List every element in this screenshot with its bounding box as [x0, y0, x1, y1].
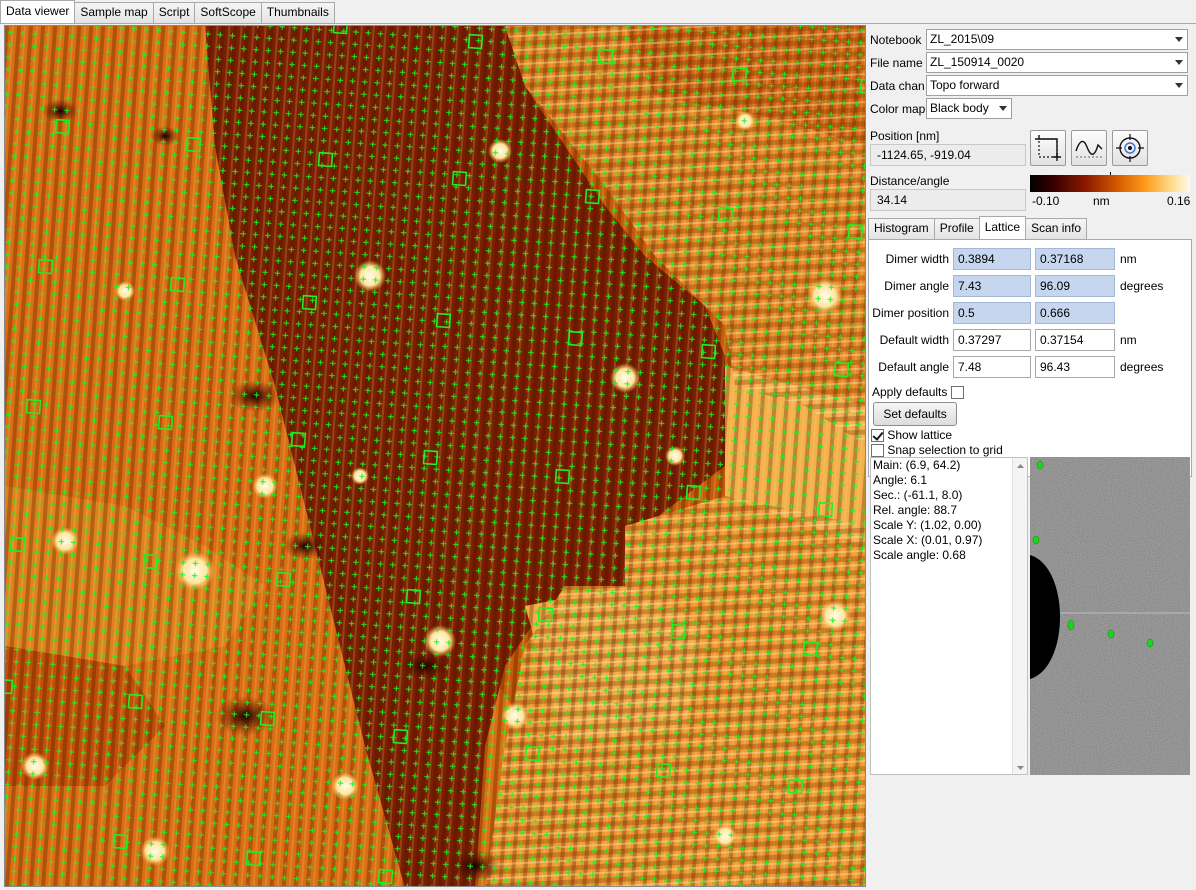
info-line: Sec.: (-61.1, 8.0) — [873, 488, 963, 502]
distance-readout: 34.14 — [870, 189, 1026, 211]
show-lattice-checkbox[interactable] — [871, 429, 884, 443]
default-width-a[interactable]: 0.37297 — [953, 329, 1031, 351]
notebook-label: Notebook — [870, 33, 922, 47]
control-panel: Notebook ZL_2015\09 File name ZL_150914_… — [866, 25, 1196, 890]
colormap-value: Black body — [930, 101, 989, 115]
chevron-down-icon — [1175, 37, 1183, 42]
tab-data-viewer[interactable]: Data viewer — [0, 0, 76, 23]
notebook-select[interactable]: ZL_2015\09 — [926, 29, 1188, 50]
info-scrollbar[interactable] — [1012, 458, 1027, 774]
dimer-position-b[interactable]: 0.666 — [1035, 302, 1115, 324]
colorbar — [1030, 175, 1190, 192]
default-width-label: Default width — [879, 333, 949, 347]
info-line: Angle: 6.1 — [873, 473, 928, 487]
line-profile-icon — [1075, 140, 1103, 158]
info-line: Scale X: (0.01, 0.97) — [873, 533, 983, 547]
colorbar-max: 0.16 — [1167, 194, 1191, 208]
filename-row: File name — [870, 52, 923, 74]
dimer-width-a[interactable]: 0.3894 — [953, 248, 1031, 270]
analysis-tab-bar: Histogram Profile Lattice Scan info — [868, 216, 1088, 240]
colormap-row: Color map — [870, 98, 925, 120]
filename-label: File name — [870, 56, 923, 70]
snap-checkbox[interactable] — [871, 444, 884, 458]
dimer-angle-a[interactable]: 7.43 — [953, 275, 1031, 297]
datachan-value: Topo forward — [930, 78, 1000, 92]
colorbar-unit: nm — [1093, 194, 1110, 208]
snap-label: Snap selection to grid — [887, 443, 1003, 457]
info-line: Scale Y: (1.02, 0.00) — [873, 518, 982, 532]
info-line: Scale angle: 0.68 — [873, 548, 966, 562]
tab-histogram[interactable]: Histogram — [868, 218, 935, 239]
show-lattice-row: Show lattice — [871, 428, 952, 443]
datachan-select[interactable]: Topo forward — [926, 75, 1188, 96]
snap-row: Snap selection to grid — [871, 443, 1003, 458]
notebook-value: ZL_2015\09 — [930, 32, 995, 46]
line-profile-button[interactable] — [1071, 130, 1107, 166]
lattice-info-list: Main: (6.9, 64.2) Angle: 6.1 Sec.: (-61.… — [870, 457, 1028, 775]
set-defaults-button[interactable]: Set defaults — [873, 402, 957, 426]
tab-sample-map[interactable]: Sample map — [74, 2, 154, 23]
colorbar-min: -0.10 — [1032, 194, 1060, 208]
dimer-angle-b[interactable]: 96.09 — [1035, 275, 1115, 297]
tab-divider — [0, 23, 1196, 24]
default-angle-label: Default angle — [878, 360, 949, 374]
dimer-width-label: Dimer width — [885, 252, 949, 266]
colormap-select[interactable]: Black body — [926, 98, 1012, 119]
stm-topography-image[interactable] — [5, 26, 866, 887]
tab-lattice[interactable]: Lattice — [978, 216, 1027, 239]
notebook-row: Notebook — [870, 29, 921, 51]
chevron-down-icon — [1175, 60, 1183, 65]
datachan-label: Data chan — [870, 79, 925, 93]
target-button[interactable] — [1112, 130, 1148, 166]
default-width-unit: nm — [1120, 333, 1137, 347]
apply-defaults-checkbox[interactable] — [950, 386, 964, 400]
default-angle-unit: degrees — [1120, 360, 1164, 374]
position-readout: -1124.65, -919.04 — [870, 144, 1026, 166]
info-line: Main: (6.9, 64.2) — [873, 458, 961, 472]
target-icon — [1116, 134, 1144, 162]
dimer-width-b[interactable]: 0.37168 — [1035, 248, 1115, 270]
show-lattice-label: Show lattice — [887, 428, 953, 442]
default-angle-b[interactable]: 96.43 — [1035, 356, 1115, 378]
dimer-angle-unit: degrees — [1120, 279, 1164, 293]
crop-select-button[interactable] — [1030, 130, 1066, 166]
datachan-row: Data chan — [870, 75, 925, 97]
stm-image-viewer[interactable] — [4, 25, 866, 887]
tab-thumbnails[interactable]: Thumbnails — [260, 2, 335, 23]
lattice-tab-page: Dimer width 0.3894 0.37168 nm Dimer angl… — [868, 239, 1192, 477]
tab-softscope[interactable]: SoftScope — [194, 2, 262, 23]
chevron-down-icon — [999, 106, 1007, 111]
crop-select-icon — [1035, 135, 1061, 161]
filename-value: ZL_150914_0020 — [930, 55, 1025, 69]
tab-scan-info[interactable]: Scan info — [1025, 218, 1088, 239]
dimer-position-label: Dimer position — [872, 306, 949, 320]
main-tab-bar: Data viewer Sample map Script SoftScope … — [0, 0, 335, 24]
tab-profile[interactable]: Profile — [933, 218, 980, 239]
scroll-arrows — [1017, 464, 1024, 770]
info-line: Rel. angle: 88.7 — [873, 503, 958, 517]
default-width-b[interactable]: 0.37154 — [1035, 329, 1115, 351]
fft-svg — [1030, 457, 1190, 775]
filename-select[interactable]: ZL_150914_0020 — [926, 52, 1188, 73]
apply-defaults-row: Apply defaults — [872, 384, 964, 400]
colormap-label: Color map — [870, 102, 926, 116]
dimer-position-a[interactable]: 0.5 — [953, 302, 1031, 324]
chevron-down-icon — [1175, 83, 1183, 88]
tab-script[interactable]: Script — [152, 2, 196, 23]
dimer-angle-label: Dimer angle — [884, 279, 949, 293]
distance-label: Distance/angle — [870, 174, 950, 188]
position-label: Position [nm] — [870, 129, 940, 143]
dimer-width-unit: nm — [1120, 252, 1137, 266]
fft-image[interactable] — [1030, 457, 1190, 775]
app-window: Data viewer Sample map Script SoftScope … — [0, 0, 1196, 890]
apply-defaults-label: Apply defaults — [872, 385, 948, 399]
default-angle-a[interactable]: 7.48 — [953, 356, 1031, 378]
